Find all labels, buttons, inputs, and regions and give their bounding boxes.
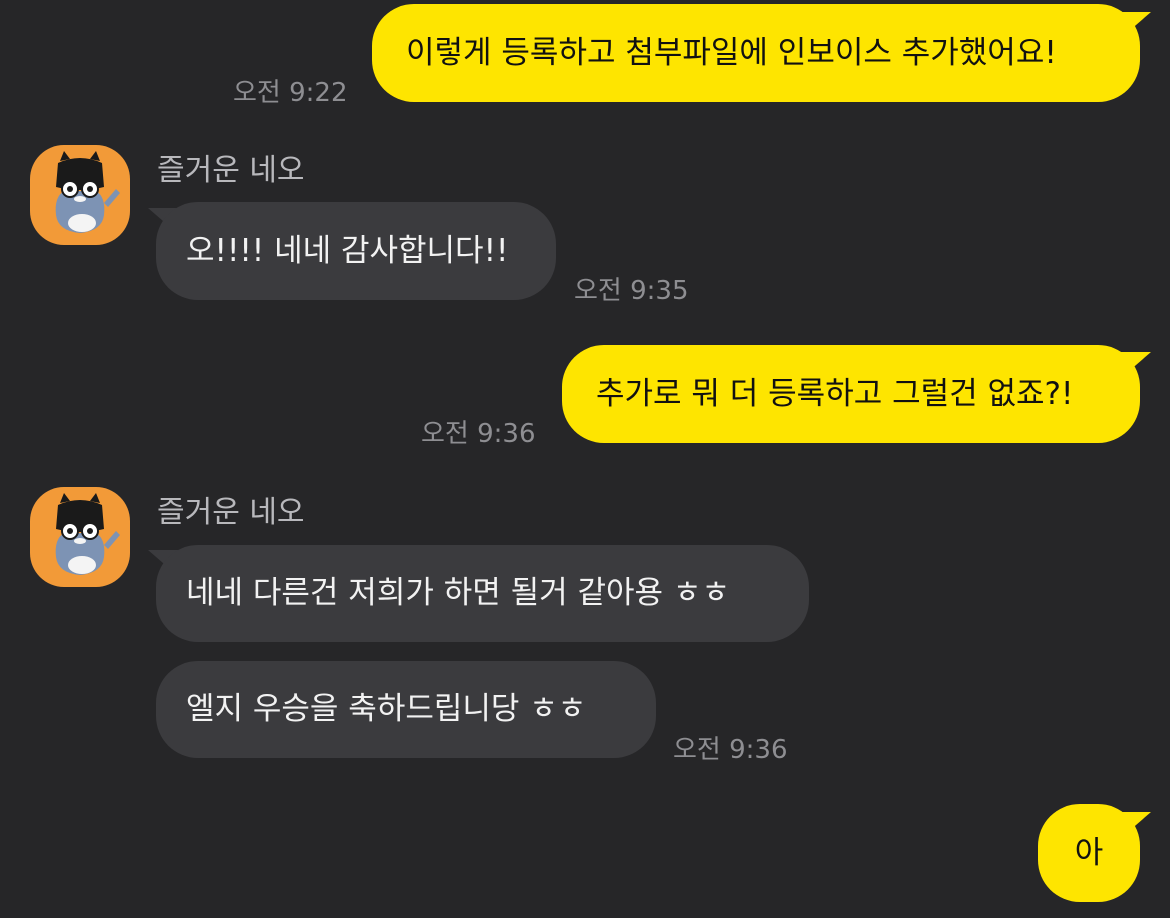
message-bubble-sent[interactable]: 추가로 뭐 더 등록하고 그럴건 없죠?!: [562, 345, 1140, 443]
sender-avatar[interactable]: [30, 145, 130, 245]
message-timestamp: 오전 9:35: [574, 276, 689, 306]
message-bubble-received[interactable]: 오!!!! 네네 감사합니다!!: [156, 202, 556, 300]
message-text: 아: [1074, 834, 1104, 871]
message-bubble-received[interactable]: 네네 다른건 저희가 하면 될거 같아용 ㅎㅎ: [156, 545, 809, 642]
message-text: 오!!!! 네네 감사합니다!!: [186, 232, 509, 269]
message-timestamp: 오전 9:36: [673, 735, 788, 765]
sender-name: 즐거운 네오: [157, 153, 305, 188]
message-bubble-sent[interactable]: 아: [1038, 804, 1140, 902]
message-timestamp: 오전 9:36: [421, 419, 536, 449]
message-bubble-received[interactable]: 엘지 우승을 축하드립니당 ㅎㅎ: [156, 661, 656, 758]
message-text: 추가로 뭐 더 등록하고 그럴건 없죠?!: [596, 375, 1074, 412]
message-text: 네네 다른건 저희가 하면 될거 같아용 ㅎㅎ: [186, 575, 730, 611]
message-text: 이렇게 등록하고 첨부파일에 인보이스 추가했어요!: [406, 34, 1057, 71]
neo-cat-character-icon: [55, 493, 120, 575]
message-bubble-sent[interactable]: 이렇게 등록하고 첨부파일에 인보이스 추가했어요!: [372, 4, 1140, 102]
sender-avatar[interactable]: [30, 487, 130, 587]
message-text: 엘지 우승을 축하드립니당 ㅎㅎ: [186, 691, 587, 727]
neo-cat-character-icon: [55, 151, 120, 233]
chat-log: 이렇게 등록하고 첨부파일에 인보이스 추가했어요! 오전 9:22 즐거운 네…: [0, 0, 1170, 918]
sender-name: 즐거운 네오: [157, 495, 305, 530]
message-timestamp: 오전 9:22: [233, 78, 348, 108]
